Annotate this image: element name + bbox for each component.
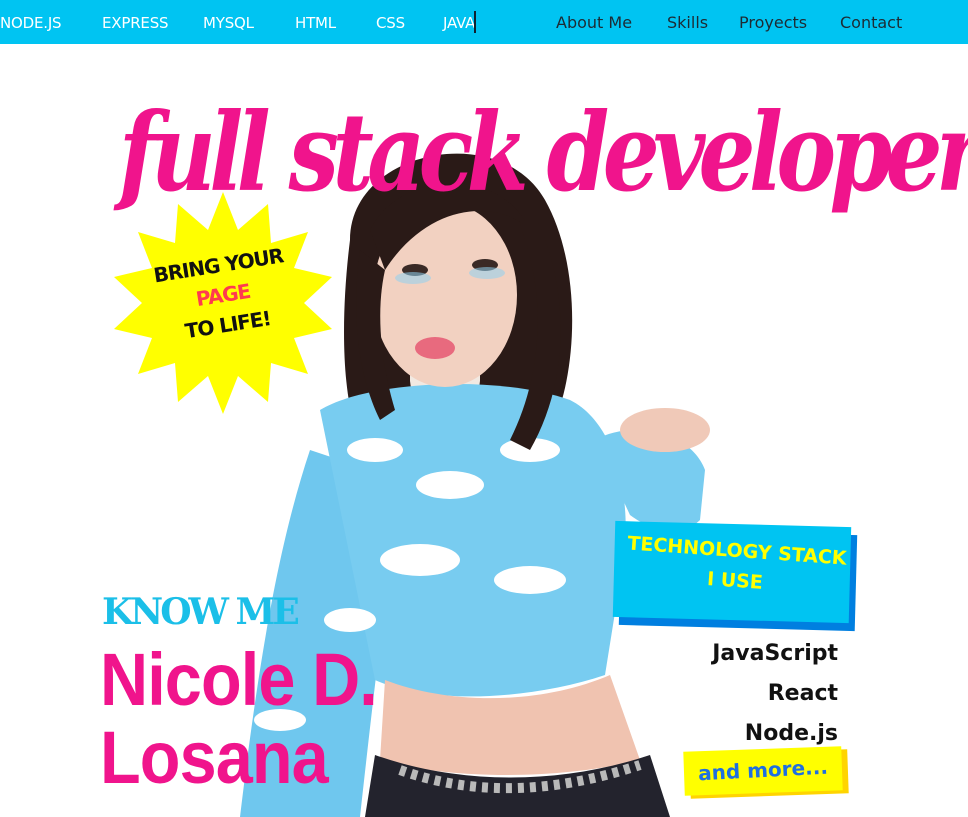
portfolio-page: NODE.JS EXPRESS MYSQL HTML CSS JAVA Abou… (0, 0, 968, 817)
ticker-item-css: CSS (376, 14, 405, 32)
ticker-item-html: HTML (295, 14, 336, 32)
top-navbar: NODE.JS EXPRESS MYSQL HTML CSS JAVA Abou… (0, 0, 968, 44)
nav-link-contact[interactable]: Contact (840, 13, 902, 32)
nav-link-proyects[interactable]: Proyects (739, 13, 807, 32)
nav-link-skills[interactable]: Skills (667, 13, 708, 32)
nav-link-about-me[interactable]: About Me (556, 13, 632, 32)
tech-item-javascript: JavaScript (712, 641, 838, 666)
ticker-item-mysql: MYSQL (203, 14, 254, 32)
first-name: Nicole D. (100, 638, 378, 721)
ticker-item-express: EXPRESS (102, 14, 169, 32)
ticker-item-nodejs: NODE.JS (0, 14, 62, 32)
tech-item-react: React (767, 681, 838, 706)
ticker-item-java: JAVA (443, 14, 476, 32)
last-name: Losana (100, 716, 329, 799)
know-me-kicker: KNOW ME (102, 591, 300, 633)
typing-caret (474, 11, 476, 33)
tech-item-nodejs: Node.js (744, 721, 838, 746)
